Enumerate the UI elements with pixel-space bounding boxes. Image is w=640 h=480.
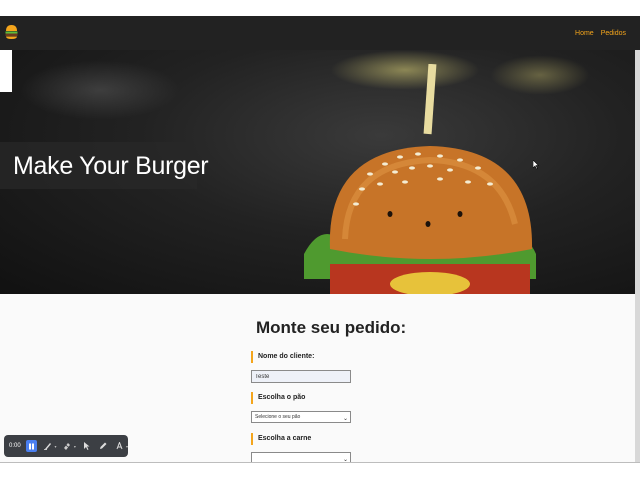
eraser-icon — [63, 442, 72, 450]
pen-button[interactable] — [97, 440, 108, 452]
form-title: Monte seu pedido: — [256, 318, 407, 337]
recording-toolbar: 0:00 ▾ ▾ ▾ — [4, 435, 128, 457]
chevron-down-icon[interactable]: ▾ — [54, 444, 56, 449]
burger-logo-icon[interactable] — [5, 23, 18, 41]
pen-icon — [99, 442, 107, 449]
navbar: Home Pedidos — [0, 16, 640, 50]
hero-banner: Make Your Burger — [0, 50, 635, 294]
bread-label: Escolha o pão — [251, 392, 305, 404]
pointer-button[interactable] — [81, 440, 92, 452]
text-tool-button[interactable] — [114, 440, 125, 452]
mouse-cursor-icon — [533, 160, 539, 170]
highlighter-button[interactable] — [42, 440, 53, 452]
scrollbar-track[interactable] — [635, 50, 640, 462]
bread-select[interactable]: Selecione o seu pão ⌄ — [251, 411, 351, 423]
chevron-down-icon[interactable]: ▾ — [126, 444, 128, 449]
pointer-icon — [84, 442, 90, 450]
recording-timer: 0:00 — [9, 443, 21, 449]
burger-hero-image — [304, 64, 536, 294]
name-label: Nome do cliente: — [251, 351, 314, 363]
highlighter-icon — [43, 443, 51, 450]
pause-button[interactable] — [25, 440, 38, 452]
hero-title: Make Your Burger — [13, 152, 209, 180]
name-input[interactable] — [251, 370, 351, 383]
pause-icon — [28, 443, 34, 449]
bread-select-value: Selecione o seu pão — [255, 414, 301, 420]
page: Home Pedidos Make Your Burger Monte seu … — [0, 0, 640, 480]
meat-label: Escolha a carne — [251, 433, 311, 445]
chevron-down-icon[interactable]: ▾ — [74, 444, 76, 449]
chevron-down-icon: ⌄ — [342, 416, 348, 422]
eraser-button[interactable] — [61, 440, 72, 452]
nav-link-pedidos[interactable]: Pedidos — [601, 30, 626, 37]
text-tool-icon — [116, 442, 123, 450]
nav-link-home[interactable]: Home — [575, 30, 594, 37]
nav-links: Home Pedidos — [575, 16, 626, 50]
